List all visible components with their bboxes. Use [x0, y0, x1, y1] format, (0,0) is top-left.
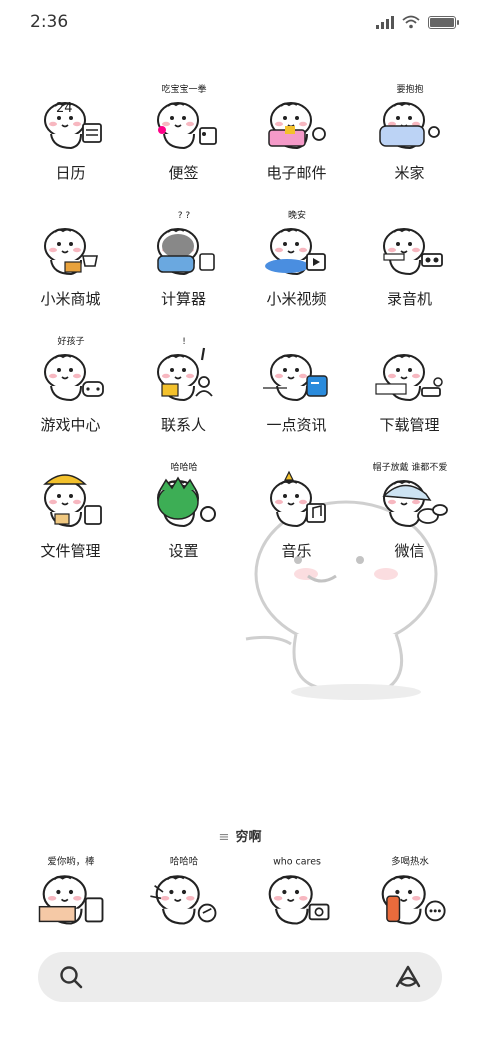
battery-fill: [430, 17, 454, 27]
app-wechat[interactable]: 帽子放戴 谁都不爱 微信: [353, 460, 466, 586]
app-settings[interactable]: 哈哈哈 设置: [127, 460, 240, 586]
app-video[interactable]: 晚安 小米视频: [240, 208, 353, 334]
app-label: 下载管理: [379, 416, 440, 434]
app-game[interactable]: 好孩子 游戏中心: [14, 334, 127, 460]
app-label: 米家: [394, 164, 425, 182]
game-mascot-icon[interactable]: 好孩子: [31, 334, 111, 406]
battery-icon: [428, 15, 459, 29]
svg-text:好孩子: 好孩子: [57, 335, 84, 347]
app-label: 音乐: [281, 542, 312, 560]
dock-app-4[interactable]: 多喝热水: [353, 852, 466, 932]
app-calendar[interactable]: 24 日历: [14, 82, 127, 208]
app-download[interactable]: 下载管理: [353, 334, 466, 460]
camera-mascot-icon[interactable]: who cares: [255, 852, 339, 932]
email-mascot-icon[interactable]: [257, 82, 337, 154]
settings-mascot-icon[interactable]: 哈哈哈: [144, 460, 224, 532]
dock: 爱你哟，棒 哈哈哈 who cares 多喝热水: [14, 852, 466, 932]
search-bar[interactable]: [38, 952, 442, 1002]
assistant-icon[interactable]: [394, 965, 422, 989]
download-mascot-icon[interactable]: [370, 334, 450, 406]
svg-text:? ?: ? ?: [177, 211, 190, 221]
camera-laugh-mascot-icon[interactable]: 哈哈哈: [142, 852, 226, 932]
status-bar: 2:36: [0, 0, 480, 44]
app-news[interactable]: 一点资讯: [240, 334, 353, 460]
app-recorder[interactable]: 录音机: [353, 208, 466, 334]
calculator-mascot-icon[interactable]: ? ?: [144, 208, 224, 280]
svg-text:多喝热水: 多喝热水: [391, 856, 429, 868]
app-label: 游戏中心: [40, 416, 101, 434]
mijia-mascot-icon[interactable]: 要抱抱: [370, 82, 450, 154]
app-label: 设置: [168, 542, 199, 560]
status-time: 2:36: [30, 12, 69, 32]
contacts-mascot-icon[interactable]: !: [144, 334, 224, 406]
app-label: 日历: [55, 164, 86, 182]
svg-text:要抱抱: 要抱抱: [396, 83, 423, 95]
app-files[interactable]: 文件管理: [14, 460, 127, 586]
app-calculator[interactable]: ? ? 计算器: [127, 208, 240, 334]
messages-mascot-icon[interactable]: 多喝热水: [368, 852, 452, 932]
svg-text:晚安: 晚安: [287, 209, 305, 221]
app-label: 联系人: [160, 416, 206, 434]
status-icons: [376, 15, 459, 29]
app-label: 文件管理: [40, 542, 101, 560]
app-label: 便签: [168, 164, 199, 182]
news-mascot-icon[interactable]: [257, 334, 337, 406]
app-mijia[interactable]: 要抱抱 米家: [353, 82, 466, 208]
dock-hint: ≡ 穷啊: [0, 826, 480, 845]
dock-app-1[interactable]: 爱你哟，棒: [14, 852, 127, 932]
app-notes[interactable]: 吃宝宝一拳 便签: [127, 82, 240, 208]
wechat-mascot-icon[interactable]: 帽子放戴 谁都不爱: [370, 460, 450, 532]
svg-text:吃宝宝一拳: 吃宝宝一拳: [161, 83, 206, 95]
app-label: 计算器: [160, 290, 206, 308]
store-mascot-icon[interactable]: [31, 208, 111, 280]
recorder-mascot-icon[interactable]: [370, 208, 450, 280]
app-label: 小米商城: [40, 290, 101, 308]
calendar-mascot-icon[interactable]: 24: [31, 82, 111, 154]
app-label: 电子邮件: [266, 164, 327, 182]
app-grid: 24 日历 吃宝宝一拳 便签 电子邮件 要抱抱 米家 小米商城 ? ? 计算器 …: [14, 82, 466, 586]
svg-text:哈哈哈: 哈哈哈: [169, 856, 198, 868]
svg-text:!: !: [182, 337, 186, 347]
app-store[interactable]: 小米商城: [14, 208, 127, 334]
svg-text:24: 24: [56, 101, 73, 116]
music-mascot-icon[interactable]: [257, 460, 337, 532]
notes-mascot-icon[interactable]: 吃宝宝一拳: [144, 82, 224, 154]
search-icon[interactable]: [58, 964, 84, 990]
dock-app-2[interactable]: 哈哈哈: [127, 852, 240, 932]
files-mascot-icon[interactable]: [31, 460, 111, 532]
menu-icon: ≡: [218, 830, 230, 845]
app-contacts[interactable]: ! 联系人: [127, 334, 240, 460]
svg-text:哈哈哈: 哈哈哈: [170, 461, 197, 473]
app-email[interactable]: 电子邮件: [240, 82, 353, 208]
dock-app-3[interactable]: who cares: [240, 852, 353, 932]
svg-text:爱你哟，棒: 爱你哟，棒: [47, 856, 95, 868]
dock-hint-label: 穷啊: [235, 830, 262, 845]
video-mascot-icon[interactable]: 晚安: [257, 208, 337, 280]
signal-icon: [376, 15, 394, 29]
app-label: 一点资讯: [266, 416, 327, 434]
app-label: 小米视频: [266, 290, 327, 308]
svg-text:who cares: who cares: [273, 857, 321, 868]
svg-text:帽子放戴 谁都不爱: 帽子放戴 谁都不爱: [372, 461, 447, 473]
app-music[interactable]: 音乐: [240, 460, 353, 586]
app-label: 微信: [394, 542, 425, 560]
app-label: 录音机: [386, 290, 432, 308]
wifi-icon: [402, 15, 420, 29]
bank-mascot-icon[interactable]: 爱你哟，棒: [29, 852, 113, 932]
